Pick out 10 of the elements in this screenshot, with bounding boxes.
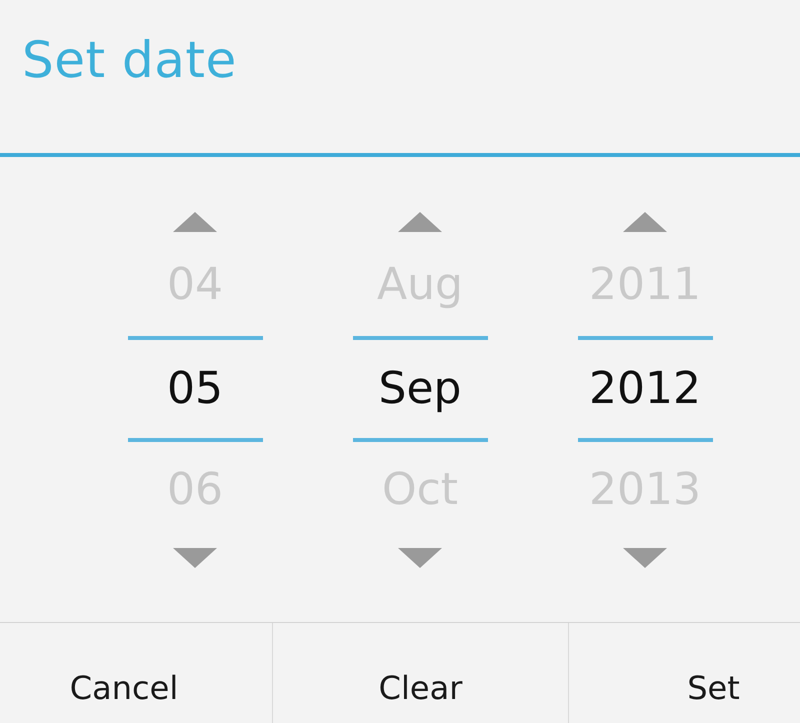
dialog-title: Set date <box>22 30 237 91</box>
selected-value[interactable]: Sep <box>378 359 462 419</box>
up-arrow-icon[interactable] <box>623 212 667 232</box>
selected-value[interactable]: 05 <box>167 359 223 419</box>
down-arrow-icon[interactable] <box>623 548 667 568</box>
down-arrow-icon[interactable] <box>173 548 217 568</box>
up-arrow-icon[interactable] <box>398 212 442 232</box>
down-arrow-icon[interactable] <box>398 548 442 568</box>
selected-value[interactable]: 2012 <box>589 359 701 419</box>
up-arrow-icon[interactable] <box>173 212 217 232</box>
